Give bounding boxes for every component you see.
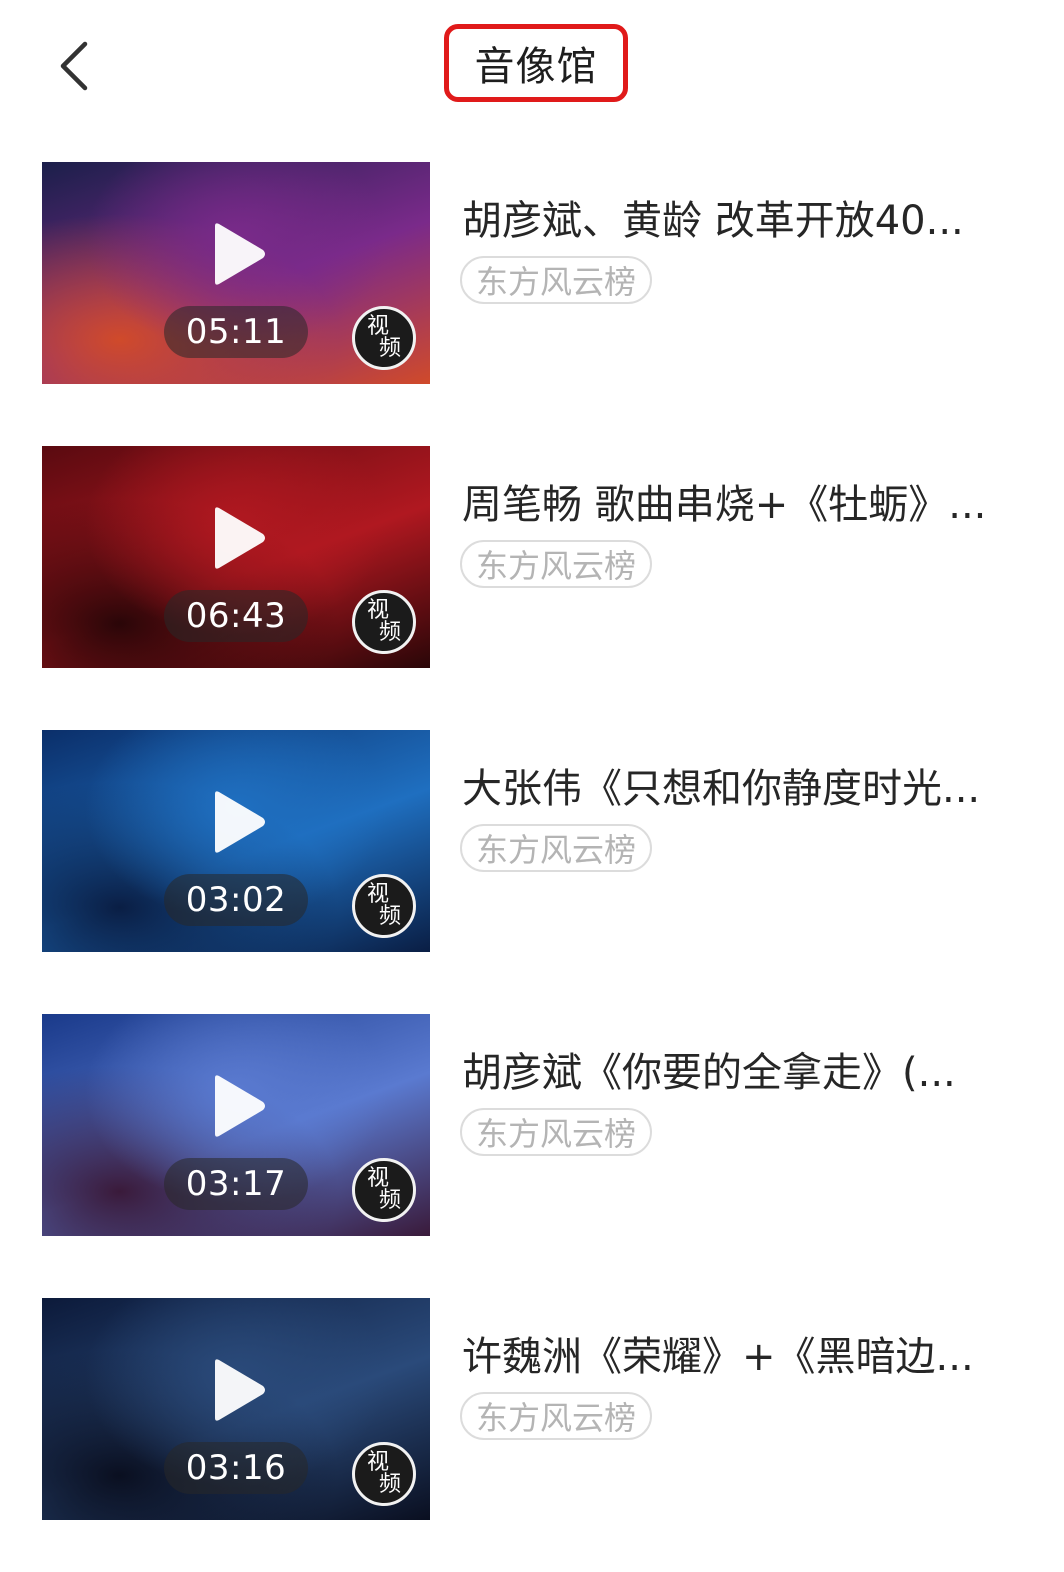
video-badge-top: 视 — [366, 882, 389, 907]
video-thumbnail[interactable]: 03:02 视 频 — [42, 730, 430, 952]
source-tag: 东方风云榜 — [460, 1108, 653, 1156]
header-bar: 音像馆 — [0, 0, 1064, 130]
video-duration: 06:43 — [185, 596, 287, 636]
page-title-highlight: 音像馆 — [444, 24, 628, 102]
video-type-icon: 视 频 — [352, 874, 416, 938]
video-list-item[interactable]: 03:02 视 频 大张伟《只想和你静度时光... 东方风云榜 — [0, 728, 1064, 954]
duration-badge: 05:11 — [164, 306, 308, 358]
page-title: 音像馆 — [474, 44, 598, 90]
video-badge-bottom: 频 — [378, 336, 401, 361]
duration-badge: 03:16 — [164, 1442, 308, 1494]
duration-badge: 03:02 — [164, 874, 308, 926]
back-button[interactable] — [40, 28, 110, 104]
video-list-item[interactable]: 06:43 视 频 周笔畅 歌曲串烧+《牡蛎》... 东方风云榜 — [0, 444, 1064, 670]
video-badge-bottom: 频 — [378, 1472, 401, 1497]
source-tag: 东方风云榜 — [460, 824, 653, 872]
video-type-icon: 视 频 — [352, 590, 416, 654]
video-title[interactable]: 许魏洲《荣耀》+《黑暗边... — [462, 1324, 1032, 1382]
video-title[interactable]: 周笔畅 歌曲串烧+《牡蛎》... — [462, 472, 1032, 530]
play-icon[interactable] — [207, 1356, 267, 1424]
video-title[interactable]: 大张伟《只想和你静度时光... — [462, 756, 1032, 814]
chevron-left-icon — [60, 41, 88, 91]
video-badge-top: 视 — [366, 1166, 389, 1191]
source-tag: 东方风云榜 — [460, 1392, 653, 1440]
duration-badge: 03:17 — [164, 1158, 308, 1210]
video-thumbnail[interactable]: 03:16 视 频 — [42, 1298, 430, 1520]
source-tag: 东方风云榜 — [460, 256, 653, 304]
video-duration: 03:17 — [185, 1164, 287, 1204]
video-type-icon: 视 频 — [352, 1158, 416, 1222]
video-list-item[interactable]: 03:17 视 频 胡彦斌《你要的全拿走》(... 东方风云榜 — [0, 1012, 1064, 1238]
duration-badge: 06:43 — [164, 590, 308, 642]
video-list-item[interactable]: 05:11 视 频 胡彦斌、黄龄 改革开放40... 东方风云榜 — [0, 160, 1064, 386]
video-list-item[interactable]: 03:16 视 频 许魏洲《荣耀》+《黑暗边... 东方风云榜 — [0, 1296, 1064, 1522]
video-badge-bottom: 频 — [378, 620, 401, 645]
video-type-icon: 视 频 — [352, 1442, 416, 1506]
video-type-icon: 视 频 — [352, 306, 416, 370]
play-icon[interactable] — [207, 1072, 267, 1140]
video-badge-top: 视 — [366, 314, 389, 339]
video-badge-bottom: 频 — [378, 904, 401, 929]
video-thumbnail[interactable]: 06:43 视 频 — [42, 446, 430, 668]
video-title[interactable]: 胡彦斌《你要的全拿走》(... — [462, 1040, 1032, 1098]
video-badge-top: 视 — [366, 1450, 389, 1475]
video-badge-bottom: 频 — [378, 1188, 401, 1213]
play-icon[interactable] — [207, 504, 267, 572]
play-icon[interactable] — [207, 220, 267, 288]
video-duration: 03:16 — [185, 1448, 287, 1488]
video-thumbnail[interactable]: 03:17 视 频 — [42, 1014, 430, 1236]
source-tag: 东方风云榜 — [460, 540, 653, 588]
play-icon[interactable] — [207, 788, 267, 856]
video-title[interactable]: 胡彦斌、黄龄 改革开放40... — [462, 188, 1032, 246]
video-library-page: 音像馆 05:11 视 频 胡彦斌、黄龄 改革开放40... 东方风云榜 06:… — [0, 0, 1064, 1572]
video-duration: 05:11 — [185, 312, 287, 352]
video-thumbnail[interactable]: 05:11 视 频 — [42, 162, 430, 384]
video-badge-top: 视 — [366, 598, 389, 623]
video-duration: 03:02 — [185, 880, 287, 920]
